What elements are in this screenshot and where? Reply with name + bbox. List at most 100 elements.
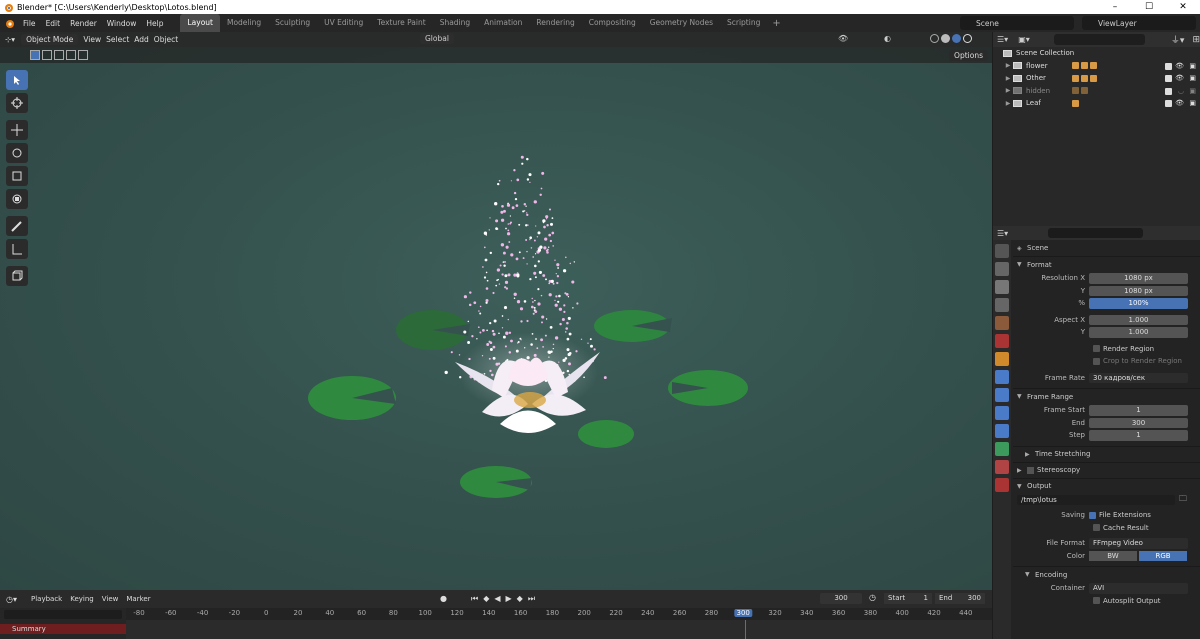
outliner-search-input[interactable] bbox=[1053, 34, 1145, 45]
object-mode-dropdown[interactable]: Object Mode bbox=[21, 34, 79, 45]
tool-tab-icon[interactable] bbox=[995, 244, 1009, 258]
camera-icon[interactable]: ▣ bbox=[1189, 74, 1196, 82]
select-extend-icon[interactable] bbox=[42, 50, 52, 60]
exclude-checkbox[interactable] bbox=[1165, 62, 1172, 70]
scene-selector[interactable]: Scene bbox=[960, 16, 1074, 30]
next-keyframe-icon[interactable]: ◆ bbox=[517, 594, 523, 604]
tab-rendering[interactable]: Rendering bbox=[529, 14, 581, 32]
tab-geometry-nodes[interactable]: Geometry Nodes bbox=[643, 14, 720, 32]
maximize-button[interactable]: ☐ bbox=[1132, 0, 1166, 14]
eye-closed-icon[interactable]: ◡ bbox=[1178, 87, 1184, 95]
menu-playback[interactable]: Playback bbox=[31, 595, 62, 603]
frame-end-field[interactable]: 300 bbox=[1089, 417, 1188, 428]
rotate-tool-icon[interactable] bbox=[6, 143, 28, 163]
menu-marker[interactable]: Marker bbox=[126, 595, 150, 603]
menu-edit[interactable]: Edit bbox=[41, 19, 66, 28]
camera-icon[interactable]: ▣ bbox=[1189, 99, 1196, 107]
tab-shading[interactable]: Shading bbox=[433, 14, 477, 32]
play-icon[interactable]: ▶ bbox=[506, 594, 512, 604]
clock-icon[interactable]: ◷ bbox=[869, 593, 876, 602]
transform-tool-icon[interactable] bbox=[6, 189, 28, 209]
select-intersect-icon[interactable] bbox=[78, 50, 88, 60]
frame-range-panel-header[interactable]: ▼ Frame Range bbox=[1013, 388, 1200, 404]
rendered-shading-icon[interactable] bbox=[963, 34, 972, 43]
menu-select[interactable]: Select bbox=[106, 35, 129, 44]
stereoscopy-checkbox[interactable] bbox=[1027, 466, 1034, 474]
scale-tool-icon[interactable] bbox=[6, 166, 28, 186]
particles-tab-icon[interactable] bbox=[995, 388, 1009, 402]
tab-layout[interactable]: Layout bbox=[180, 14, 220, 32]
summary-channel[interactable]: Summary bbox=[0, 624, 126, 634]
channel-search-input[interactable] bbox=[4, 610, 122, 619]
output-panel-header[interactable]: ▼ Output bbox=[1013, 477, 1200, 494]
modifier-tab-icon[interactable] bbox=[995, 370, 1009, 384]
filter-icon[interactable]: ⏚▾ bbox=[1171, 33, 1185, 46]
wireframe-shading-icon[interactable] bbox=[930, 34, 939, 43]
cursor-tool-icon[interactable] bbox=[6, 93, 28, 113]
menu-add[interactable]: Add bbox=[134, 35, 149, 44]
3d-viewport[interactable]: ⊹▾ Object Mode View Select Add Object Gl… bbox=[0, 32, 992, 590]
color-rgb-button[interactable]: RGB bbox=[1139, 550, 1187, 561]
eye-icon[interactable]: 👁 bbox=[1175, 62, 1184, 70]
select-subtract-icon[interactable] bbox=[54, 50, 64, 60]
constraints-tab-icon[interactable] bbox=[995, 424, 1009, 438]
format-panel-header[interactable]: ▼ Format bbox=[1013, 256, 1200, 272]
tab-animation[interactable]: Animation bbox=[477, 14, 529, 32]
menu-keying[interactable]: Keying bbox=[70, 595, 94, 603]
add-workspace-button[interactable]: + bbox=[767, 18, 785, 29]
collection-row[interactable]: ▶ flower 👁 ▣ bbox=[993, 60, 1200, 73]
menu-render[interactable]: Render bbox=[65, 19, 102, 28]
jump-end-icon[interactable]: ⏭ bbox=[528, 594, 535, 604]
data-tab-icon[interactable] bbox=[995, 442, 1009, 456]
collection-row[interactable]: ▶ Other 👁 ▣ bbox=[993, 72, 1200, 85]
file-format-dropdown[interactable]: FFmpeg Video bbox=[1089, 538, 1188, 549]
material-tab-icon[interactable] bbox=[995, 460, 1009, 474]
eye-icon[interactable]: 👁 bbox=[1175, 99, 1184, 107]
frame-start-field[interactable]: 1 bbox=[1089, 405, 1188, 416]
render-region-checkbox[interactable]: Render Region bbox=[1093, 345, 1154, 353]
file-extensions-checkbox[interactable]: File Extensions bbox=[1089, 511, 1151, 519]
measure-tool-icon[interactable] bbox=[6, 239, 28, 259]
blender-menu-icon[interactable] bbox=[0, 18, 18, 29]
stereoscopy-panel-header[interactable]: ▶ Stereoscopy bbox=[1013, 461, 1200, 478]
frame-step-field[interactable]: 1 bbox=[1089, 430, 1188, 441]
visibility-icon[interactable]: 👁 bbox=[838, 34, 848, 43]
jump-start-icon[interactable]: ⏮ bbox=[471, 594, 478, 604]
prev-keyframe-icon[interactable]: ◆ bbox=[483, 594, 489, 604]
output-path-field[interactable]: /tmp\lotus bbox=[1017, 494, 1175, 505]
keyframe-track[interactable] bbox=[126, 620, 992, 639]
move-tool-icon[interactable] bbox=[6, 120, 28, 140]
crop-region-checkbox[interactable]: Crop to Render Region bbox=[1093, 357, 1182, 365]
frame-ruler[interactable]: -80 -60 -40 -20 0 20 40 60 80 100 120 140 160 180 200 2… bbox=[126, 608, 992, 620]
collection-row[interactable]: ▶ Leaf 👁 ▣ bbox=[993, 97, 1200, 110]
tab-compositing[interactable]: Compositing bbox=[582, 14, 643, 32]
timeline-editor-icon[interactable]: ◷▾ bbox=[6, 595, 17, 604]
tab-sculpting[interactable]: Sculpting bbox=[268, 14, 317, 32]
material-shading-icon[interactable] bbox=[952, 34, 961, 43]
scene-tab-icon[interactable] bbox=[995, 316, 1009, 330]
record-icon[interactable]: ● bbox=[440, 594, 447, 604]
expand-arrow-icon[interactable]: ▶ bbox=[1003, 75, 1013, 82]
resolution-percent-field[interactable]: 100% bbox=[1089, 298, 1188, 309]
eye-icon[interactable]: 👁 bbox=[1175, 74, 1184, 82]
properties-editor-icon[interactable]: ☰▾ bbox=[997, 229, 1008, 238]
aspect-x-field[interactable]: 1.000 bbox=[1089, 314, 1188, 325]
menu-object[interactable]: Object bbox=[154, 35, 178, 44]
transform-orientation-dropdown[interactable]: Global bbox=[420, 33, 454, 44]
current-frame-field[interactable]: 300 bbox=[820, 593, 862, 604]
expand-arrow-icon[interactable]: ▶ bbox=[1003, 100, 1013, 107]
collection-row[interactable]: ▶ hidden ◡ ▣ bbox=[993, 85, 1200, 98]
tab-texture-paint[interactable]: Texture Paint bbox=[370, 14, 432, 32]
new-collection-icon[interactable]: ⊞ bbox=[1192, 35, 1200, 45]
exclude-checkbox[interactable] bbox=[1165, 100, 1172, 107]
menu-window[interactable]: Window bbox=[102, 19, 142, 28]
start-frame-field[interactable]: Start 1 bbox=[884, 593, 932, 604]
playhead[interactable] bbox=[745, 620, 746, 639]
overlays-icon[interactable]: ◐ bbox=[884, 34, 891, 43]
container-dropdown[interactable]: AVI bbox=[1089, 583, 1188, 594]
scene-collection-row[interactable]: Scene Collection bbox=[993, 47, 1200, 60]
view-layer-selector[interactable]: ViewLayer bbox=[1082, 16, 1196, 30]
select-new-icon[interactable] bbox=[30, 50, 40, 60]
texture-tab-icon[interactable] bbox=[995, 478, 1009, 492]
tab-scripting[interactable]: Scripting bbox=[720, 14, 767, 32]
